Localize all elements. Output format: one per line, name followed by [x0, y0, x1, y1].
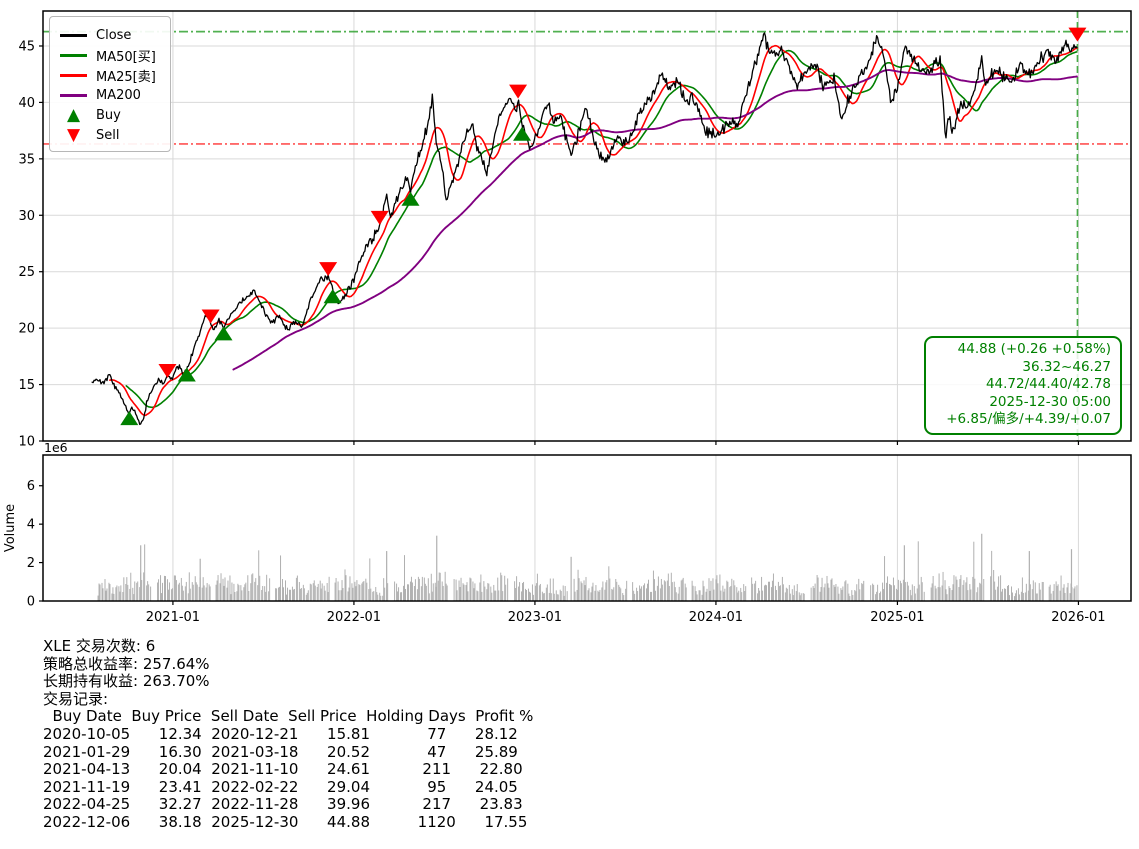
svg-text:0: 0 — [27, 595, 35, 610]
trade-table-row: 2021-11-19 23.41 2022-02-22 29.04 95 24.… — [43, 779, 533, 797]
svg-text:15: 15 — [18, 378, 35, 393]
annotation-line: +6.85/偏多/+4.39/+0.07 — [935, 411, 1111, 429]
legend-item-ma200: MA200 — [60, 85, 156, 105]
svg-text:6: 6 — [27, 479, 35, 494]
trade-table-row: 2021-04-13 20.04 2021-11-10 24.61 211 22… — [43, 761, 533, 779]
annotation-line: 44.72/44.40/42.78 — [935, 376, 1111, 394]
legend-item-ma25: MA25[卖] — [60, 65, 156, 85]
annotation-line: 2025-12-30 05:00 — [935, 394, 1111, 412]
trade-table-row: 2022-12-06 38.18 2025-12-30 44.88 1120 1… — [43, 814, 533, 832]
legend-item-sell: ▼ Sell — [60, 125, 156, 145]
legend-swatch — [60, 54, 87, 57]
legend: Close MA50[买] MA25[卖] MA200 ▲ Buy ▼ Sell — [49, 16, 171, 152]
svg-text:2021-01: 2021-01 — [146, 610, 200, 625]
annotation-line: 36.32~46.27 — [935, 359, 1111, 377]
legend-swatch: ▲ — [60, 110, 87, 120]
annotation-line: 44.88 (+0.26 +0.58%) — [935, 341, 1111, 359]
trade-table-rows: 2020-10-05 12.34 2020-12-21 15.81 77 28.… — [43, 726, 533, 832]
svg-text:30: 30 — [18, 209, 35, 224]
price-volume-chart: 10 15 20 25 30 35 40 45 0 2 4 6 2021-01 2022-01 2023-0… — [0, 0, 1139, 632]
records-title: 交易记录: — [43, 691, 533, 709]
svg-text:2024-01: 2024-01 — [689, 610, 743, 625]
legend-item-close: Close — [60, 25, 156, 45]
legend-swatch — [60, 94, 87, 97]
legend-item-buy: ▲ Buy — [60, 105, 156, 125]
legend-item-ma50: MA50[买] — [60, 45, 156, 65]
svg-text:45: 45 — [18, 39, 35, 54]
legend-swatch: ▼ — [60, 130, 87, 140]
annotation-box: 44.88 (+0.26 +0.58%)36.32~46.2744.72/44.… — [924, 336, 1122, 435]
svg-text:4: 4 — [27, 518, 35, 533]
svg-text:2025-01: 2025-01 — [870, 610, 924, 625]
svg-text:Volume: Volume — [3, 504, 18, 552]
svg-text:2023-01: 2023-01 — [508, 610, 562, 625]
svg-text:1e6: 1e6 — [44, 440, 68, 455]
trade-table-row: 2020-10-05 12.34 2020-12-21 15.81 77 28.… — [43, 726, 533, 744]
legend-swatch — [60, 34, 87, 37]
legend-label: MA200 — [96, 88, 141, 103]
legend-label: Buy — [96, 108, 121, 123]
strategy-return-line: 策略总收益率: 257.64% — [43, 656, 533, 674]
trade-table-row: 2022-04-25 32.27 2022-11-28 39.96 217 23… — [43, 796, 533, 814]
svg-text:2: 2 — [27, 556, 35, 571]
legend-label: Sell — [96, 128, 119, 143]
svg-text:40: 40 — [18, 96, 35, 111]
legend-label: MA25[卖] — [96, 66, 156, 85]
svg-text:2022-01: 2022-01 — [327, 610, 381, 625]
svg-text:35: 35 — [18, 152, 35, 167]
legend-label: Close — [96, 28, 131, 43]
trade-table-row: 2021-01-29 16.30 2021-03-18 20.52 47 25.… — [43, 744, 533, 762]
trade-table-header: Buy Date Buy Price Sell Date Sell Price … — [43, 708, 533, 726]
legend-swatch — [60, 74, 87, 77]
legend-label: MA50[买] — [96, 46, 156, 65]
hold-return-line: 长期持有收益: 263.70% — [43, 673, 533, 691]
figure: 10 15 20 25 30 35 40 45 0 2 4 6 2021-01 2022-01 2023-0… — [0, 0, 1139, 849]
svg-text:10: 10 — [18, 435, 35, 450]
svg-text:20: 20 — [18, 322, 35, 337]
svg-text:25: 25 — [18, 265, 35, 280]
svg-text:2026-01: 2026-01 — [1051, 610, 1105, 625]
trade-count-line: XLE 交易次数: 6 — [43, 638, 533, 656]
stats-block: XLE 交易次数: 6 策略总收益率: 257.64% 长期持有收益: 263.… — [43, 638, 533, 832]
